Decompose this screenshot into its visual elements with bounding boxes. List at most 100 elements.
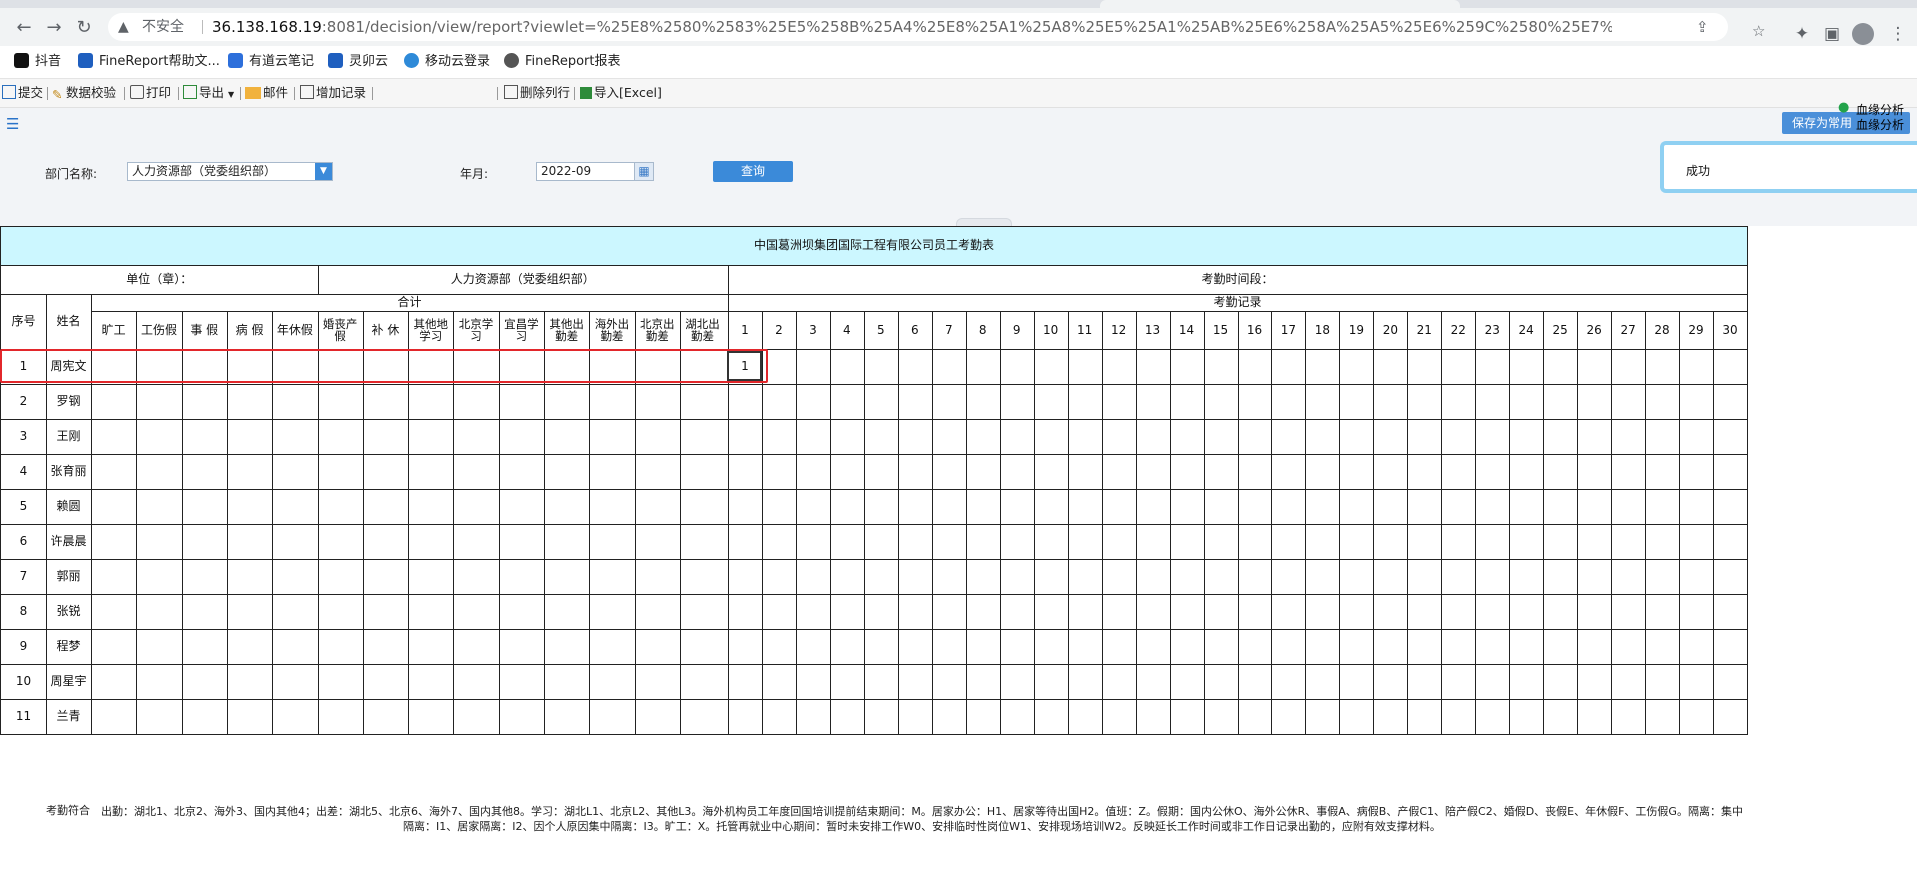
day-cell[interactable] — [966, 699, 1000, 734]
day-cell[interactable] — [1305, 594, 1339, 629]
day-cell[interactable] — [1611, 664, 1645, 699]
day-cell[interactable] — [1102, 629, 1136, 664]
summary-cell[interactable] — [363, 454, 408, 489]
day-cell[interactable] — [1713, 384, 1747, 419]
day-cell[interactable] — [932, 664, 966, 699]
day-cell[interactable] — [1238, 629, 1272, 664]
side-panel-icon[interactable]: ▣ — [1820, 22, 1844, 46]
day-cell[interactable] — [1305, 454, 1339, 489]
day-cell[interactable] — [1068, 384, 1102, 419]
summary-cell[interactable] — [544, 384, 589, 419]
day-cell[interactable] — [762, 454, 796, 489]
day-cell[interactable] — [1238, 594, 1272, 629]
day-cell[interactable] — [932, 594, 966, 629]
day-cell[interactable] — [1136, 524, 1170, 559]
summary-cell[interactable] — [680, 629, 725, 664]
summary-cell[interactable] — [408, 524, 453, 559]
day-cell[interactable] — [796, 629, 830, 664]
day-cell[interactable] — [728, 419, 762, 454]
day-cell[interactable] — [1238, 559, 1272, 594]
day-cell[interactable] — [1000, 629, 1034, 664]
day-cell[interactable] — [1441, 699, 1475, 734]
day-cell[interactable] — [864, 699, 898, 734]
summary-cell[interactable] — [589, 419, 634, 454]
summary-cell[interactable] — [136, 629, 181, 664]
validate-button[interactable]: ✎ 数据校验 — [52, 79, 116, 107]
day-cell[interactable] — [1136, 454, 1170, 489]
day-cell[interactable] — [1170, 699, 1204, 734]
summary-cell[interactable] — [182, 419, 227, 454]
summary-cell[interactable] — [272, 524, 317, 559]
day-cell[interactable] — [1475, 699, 1509, 734]
day-cell[interactable] — [1136, 664, 1170, 699]
day-cell[interactable] — [1339, 664, 1373, 699]
day-cell[interactable] — [1034, 349, 1068, 384]
day-cell[interactable] — [1611, 454, 1645, 489]
day-cell[interactable] — [1204, 629, 1238, 664]
day-cell[interactable] — [1645, 629, 1679, 664]
day-cell[interactable] — [1713, 419, 1747, 454]
day-cell[interactable] — [1441, 419, 1475, 454]
summary-cell[interactable] — [318, 489, 363, 524]
day-cell[interactable] — [898, 349, 932, 384]
summary-cell[interactable] — [272, 559, 317, 594]
day-cell[interactable] — [1407, 489, 1441, 524]
day-cell[interactable] — [932, 419, 966, 454]
summary-cell[interactable] — [453, 454, 498, 489]
day-cell[interactable] — [830, 384, 864, 419]
day-cell[interactable] — [966, 629, 1000, 664]
summary-cell[interactable] — [680, 419, 725, 454]
delete-row-button[interactable]: 删除列行 — [504, 79, 570, 107]
day-cell[interactable] — [1271, 594, 1305, 629]
day-cell[interactable] — [1000, 489, 1034, 524]
day-cell[interactable] — [1034, 489, 1068, 524]
day-cell[interactable] — [1475, 594, 1509, 629]
day-cell[interactable] — [966, 489, 1000, 524]
summary-cell[interactable] — [318, 454, 363, 489]
day-cell[interactable] — [1339, 699, 1373, 734]
day-cell[interactable] — [1271, 454, 1305, 489]
day-cell[interactable] — [1034, 594, 1068, 629]
day-cell[interactable] — [1102, 524, 1136, 559]
day-cell[interactable] — [1170, 594, 1204, 629]
day-cell[interactable] — [1238, 489, 1272, 524]
day-cell[interactable] — [1068, 524, 1102, 559]
day-cell[interactable] — [1713, 594, 1747, 629]
day-cell[interactable] — [1170, 454, 1204, 489]
day-cell[interactable] — [1102, 664, 1136, 699]
day-cell[interactable] — [1543, 489, 1577, 524]
summary-cell[interactable] — [363, 524, 408, 559]
day-cell[interactable] — [898, 629, 932, 664]
day-cell[interactable] — [1679, 384, 1713, 419]
day-cell[interactable] — [1645, 454, 1679, 489]
summary-cell[interactable] — [318, 524, 363, 559]
day-cell[interactable] — [1475, 384, 1509, 419]
day-cell[interactable] — [1170, 629, 1204, 664]
day-cell[interactable] — [1679, 349, 1713, 384]
summary-cell[interactable] — [408, 629, 453, 664]
day-cell[interactable] — [1611, 559, 1645, 594]
day-cell[interactable] — [1000, 384, 1034, 419]
summary-cell[interactable] — [544, 489, 589, 524]
day-cell[interactable] — [1102, 699, 1136, 734]
day-cell[interactable] — [1509, 489, 1543, 524]
summary-cell[interactable] — [227, 559, 272, 594]
day-cell[interactable] — [1339, 629, 1373, 664]
day-cell[interactable] — [1713, 524, 1747, 559]
export-button[interactable]: 导出 ▼ — [183, 79, 234, 107]
summary-cell[interactable] — [363, 699, 408, 734]
summary-cell[interactable] — [589, 699, 634, 734]
day-cell[interactable] — [1204, 664, 1238, 699]
day-cell[interactable] — [762, 699, 796, 734]
day-cell[interactable] — [966, 559, 1000, 594]
day-cell[interactable] — [1373, 489, 1407, 524]
summary-cell[interactable] — [363, 489, 408, 524]
day-cell[interactable] — [1679, 559, 1713, 594]
day-cell[interactable] — [1543, 349, 1577, 384]
day-cell[interactable] — [1305, 524, 1339, 559]
day-cell[interactable] — [830, 629, 864, 664]
bookmark-finereport-help[interactable]: FineReport帮助文... — [78, 46, 220, 78]
summary-cell[interactable] — [182, 594, 227, 629]
summary-cell[interactable] — [91, 594, 136, 629]
day-cell[interactable] — [1611, 699, 1645, 734]
